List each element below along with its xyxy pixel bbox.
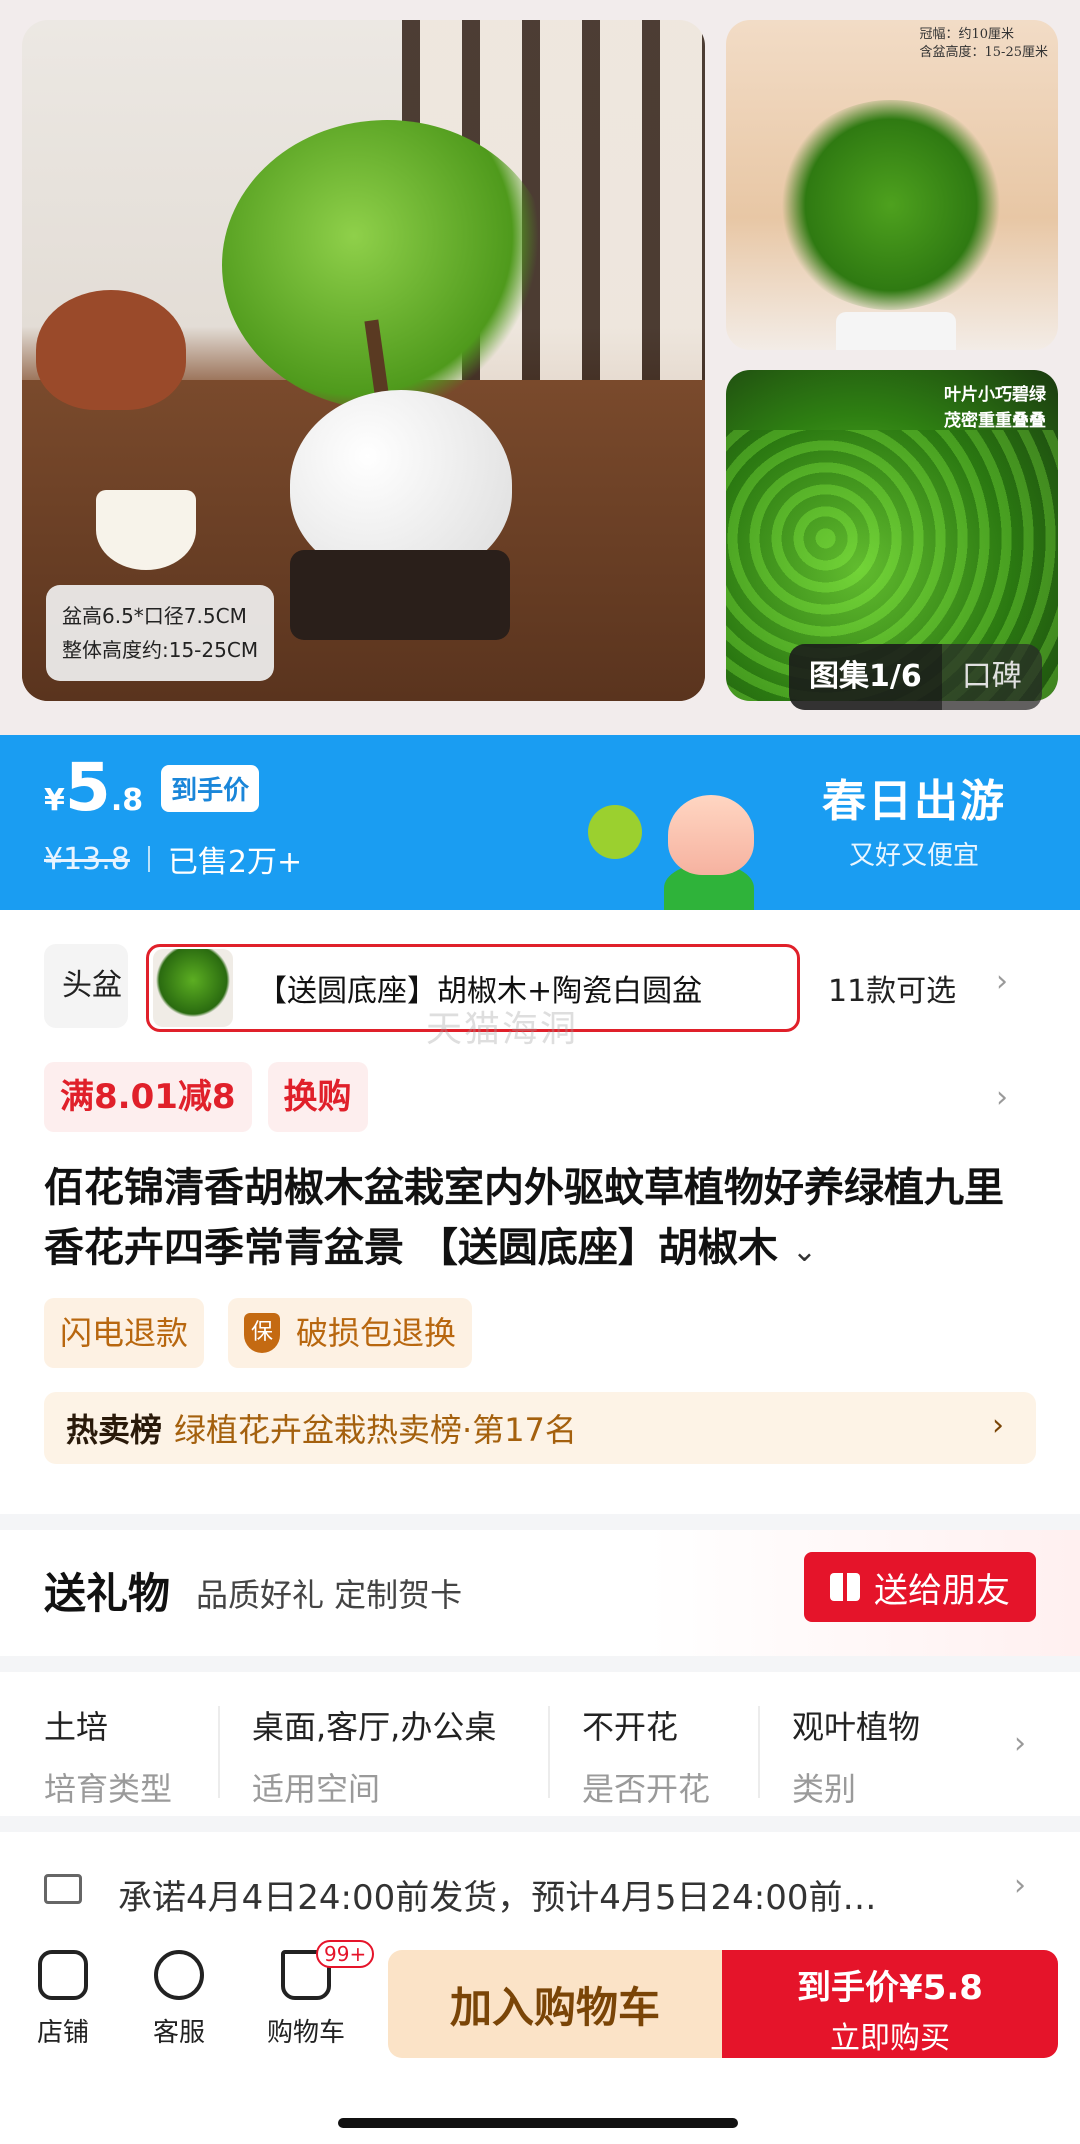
size-caption-line2: 整体高度约:15-25CM bbox=[62, 638, 259, 662]
bottom-action-bar: 店铺 客服 99+ 购物车 加入购物车 到手价¥5.8 立即购买 bbox=[0, 1932, 1080, 2144]
chevron-right-icon: › bbox=[1014, 1726, 1026, 1761]
attribute-item: 不开花 是否开花 bbox=[582, 1672, 758, 1816]
attribute-value: 土培 bbox=[44, 1708, 109, 1746]
home-indicator[interactable] bbox=[338, 2118, 738, 2128]
hot-rank-value: 绿植花卉盆栽热卖榜·第17名 bbox=[174, 1411, 577, 1449]
price-row: ¥ 5 .8 到手价 bbox=[44, 749, 260, 826]
leaf-note-line1: 叶片小巧碧绿 bbox=[944, 385, 1046, 405]
tea-cup-illustration bbox=[96, 490, 196, 570]
attribute-key: 适用空间 bbox=[252, 1770, 381, 1808]
spec-note: 冠幅：约10厘米 含盆高度：15-25厘米 bbox=[920, 26, 1048, 62]
spec-note-line1: 冠幅：约10厘米 bbox=[919, 27, 1015, 42]
tree-illustration bbox=[776, 100, 1006, 310]
product-title-text: 佰花锦清香胡椒木盆栽室内外驱蚊草植物好养绿植九里香花卉四季常青盆景 【送圆底座】… bbox=[44, 1165, 1004, 1271]
customer-service-label: 客服 bbox=[152, 2018, 205, 2048]
store-button[interactable]: 店铺 bbox=[18, 1950, 108, 2049]
watermark: 天猫海洞 bbox=[426, 1009, 579, 1050]
coupon-row[interactable]: 满8.01减8 换购 bbox=[44, 1062, 368, 1132]
side-image-top[interactable]: 冠幅：约10厘米 含盆高度：15-25厘米 bbox=[726, 20, 1058, 350]
sold-count: 已售2万+ bbox=[167, 845, 303, 880]
damage-return-tag[interactable]: 保 破损包退换 bbox=[228, 1298, 473, 1368]
size-caption-line1: 盆高6.5*口径7.5CM bbox=[62, 604, 247, 628]
clover-icon bbox=[588, 805, 642, 859]
attribute-value: 不开花 bbox=[582, 1708, 679, 1746]
smile-icon bbox=[154, 1950, 204, 2000]
leaf-note: 叶片小巧碧绿 茂密重重叠叠 bbox=[944, 382, 1046, 434]
buy-now-button[interactable]: 到手价¥5.8 立即购买 bbox=[722, 1950, 1058, 2058]
add-to-cart-button[interactable]: 加入购物车 bbox=[388, 1950, 722, 2058]
send-to-friend-button[interactable]: 送给朋友 bbox=[804, 1552, 1036, 1622]
spring-promo[interactable]: 春日出游 又好又便宜 bbox=[822, 765, 1006, 872]
product-title[interactable]: 佰花锦清香胡椒木盆栽室内外驱蚊草植物好养绿植九里香花卉四季常青盆景 【送圆底座】… bbox=[44, 1158, 1040, 1282]
cart-badge: 99+ bbox=[316, 1940, 375, 1968]
hot-rank-label: 热卖榜 bbox=[66, 1411, 163, 1449]
attribute-row[interactable]: 土培 培育类型 桌面,客厅,办公桌 适用空间 不开花 是否开花 观叶植物 类别 … bbox=[0, 1656, 1080, 1832]
attribute-item: 土培 培育类型 bbox=[44, 1672, 218, 1816]
truck-icon bbox=[44, 1874, 82, 1904]
buy-now-price: 到手价¥5.8 bbox=[797, 1968, 983, 2008]
divider bbox=[218, 1706, 220, 1798]
sku-thumbnail bbox=[153, 949, 233, 1027]
promo-subtitle: 又好又便宜 bbox=[848, 841, 979, 871]
price-subrow: ¥13.8 已售2万+ bbox=[44, 837, 302, 881]
pot-illustration bbox=[836, 312, 956, 350]
store-icon bbox=[38, 1950, 88, 2000]
price-currency: ¥ bbox=[44, 783, 65, 818]
buy-now-label: 立即购买 bbox=[830, 2021, 950, 2056]
customer-service-button[interactable]: 客服 bbox=[134, 1950, 224, 2049]
flash-refund-tag[interactable]: 闪电退款 bbox=[44, 1298, 205, 1368]
main-product-image[interactable]: 盆高6.5*口径7.5CM 整体高度约:15-25CM bbox=[22, 20, 705, 701]
cart-label: 购物车 bbox=[266, 2018, 345, 2048]
service-tags: 闪电退款 保 破损包退换 bbox=[44, 1298, 473, 1368]
divider bbox=[548, 1706, 550, 1798]
product-gallery: 盆高6.5*口径7.5CM 整体高度约:15-25CM 冠幅：约10厘米 含盆高… bbox=[0, 0, 1080, 735]
tab-reviews[interactable]: 口碑 bbox=[942, 644, 1042, 710]
coupon-discount[interactable]: 满8.01减8 bbox=[44, 1062, 252, 1132]
sku-option-prev[interactable]: 头盆 bbox=[44, 944, 128, 1028]
gift-subtitle: 品质好礼 定制贺卡 bbox=[196, 1576, 463, 1614]
size-caption: 盆高6.5*口径7.5CM 整体高度约:15-25CM bbox=[46, 585, 275, 681]
pot-stand bbox=[290, 550, 510, 640]
coupon-exchange[interactable]: 换购 bbox=[267, 1062, 368, 1132]
leaf-note-line2: 茂密重重叠叠 bbox=[944, 411, 1046, 431]
chevron-right-icon: › bbox=[1014, 1868, 1026, 1903]
attribute-key: 是否开花 bbox=[582, 1770, 711, 1808]
gift-icon bbox=[830, 1573, 860, 1601]
divider bbox=[147, 846, 150, 872]
attribute-key: 类别 bbox=[792, 1770, 857, 1808]
spec-note-line2: 含盆高度：15-25厘米 bbox=[919, 45, 1048, 60]
final-price-tag: 到手价 bbox=[161, 764, 260, 812]
attribute-value: 桌面,客厅,办公桌 bbox=[252, 1708, 497, 1746]
price-decimal: .8 bbox=[110, 783, 144, 818]
hot-rank-banner[interactable]: 热卖榜 绿植花卉盆栽热卖榜·第17名 › bbox=[44, 1392, 1036, 1464]
original-price: ¥13.8 bbox=[44, 841, 130, 877]
damage-return-label: 破损包退换 bbox=[296, 1314, 457, 1352]
cart-button[interactable]: 99+ 购物车 bbox=[258, 1940, 375, 2049]
shipping-text: 承诺4月4日24:00前发货，预计4月5日24:00前… bbox=[118, 1878, 877, 1918]
sku-count[interactable]: 11款可选 bbox=[828, 966, 956, 1010]
price-integer: 5 bbox=[64, 749, 111, 826]
attribute-key: 培育类型 bbox=[44, 1770, 173, 1808]
store-label: 店铺 bbox=[36, 2018, 89, 2048]
attribute-item: 观叶植物 类别 bbox=[792, 1672, 992, 1816]
attribute-item: 桌面,客厅,办公桌 适用空间 bbox=[252, 1672, 548, 1816]
bonsai-foliage bbox=[222, 120, 552, 410]
price-banner: ¥ 5 .8 到手价 ¥13.8 已售2万+ 春日出游 又好又便宜 bbox=[0, 735, 1080, 910]
shipping-row[interactable]: 承诺4月4日24:00前发货，预计4月5日24:00前… › bbox=[0, 1852, 1080, 1932]
tulip-icon bbox=[668, 795, 754, 875]
gift-title: 送礼物 bbox=[44, 1569, 171, 1618]
gift-section: 送礼物 品质好礼 定制贺卡 送给朋友 bbox=[0, 1514, 1080, 1656]
teapot-illustration bbox=[36, 290, 186, 410]
chevron-right-icon: › bbox=[992, 1408, 1004, 1443]
shield-icon: 保 bbox=[244, 1313, 281, 1353]
chevron-right-icon[interactable]: › bbox=[996, 1080, 1008, 1115]
chevron-right-icon[interactable]: › bbox=[996, 964, 1008, 999]
gallery-tabs: 图集1/6 口碑 bbox=[789, 644, 1042, 710]
attribute-value: 观叶植物 bbox=[792, 1708, 921, 1746]
tab-gallery[interactable]: 图集1/6 bbox=[789, 644, 942, 710]
chevron-down-icon[interactable]: ⌄ bbox=[792, 1234, 817, 1269]
promo-title: 春日出游 bbox=[822, 776, 1006, 827]
divider bbox=[758, 1706, 760, 1798]
send-to-friend-label: 送给朋友 bbox=[874, 1570, 1010, 1611]
